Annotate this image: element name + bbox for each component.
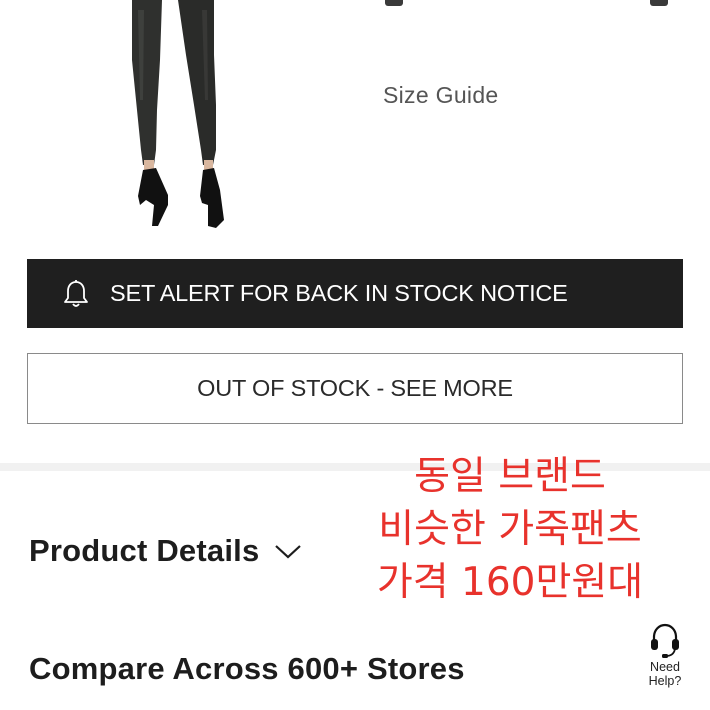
out-of-stock-button[interactable]: OUT OF STOCK - SEE MORE xyxy=(27,353,683,424)
set-alert-label: SET ALERT FOR BACK IN STOCK NOTICE xyxy=(110,280,568,306)
bell-icon xyxy=(62,279,90,309)
size-guide-link[interactable]: Size Guide xyxy=(383,82,499,109)
compare-stores-title: Compare Across 600+ Stores xyxy=(29,651,465,686)
headset-icon xyxy=(651,623,679,658)
overlay-note-line: 가격 160만원대 xyxy=(376,560,644,605)
chevron-down-icon xyxy=(273,540,303,562)
need-help-button[interactable]: Need Help? xyxy=(640,622,690,688)
overlay-note-line: 비슷한 가죽팬츠 xyxy=(378,507,642,552)
top-cropped-element xyxy=(385,0,403,6)
top-cropped-element xyxy=(650,0,668,6)
overlay-note: 동일 브랜드 비슷한 가죽팬츠 가격 160만원대 xyxy=(345,450,675,609)
product-details-toggle[interactable]: Product Details xyxy=(29,533,303,569)
product-image[interactable] xyxy=(110,0,260,235)
set-alert-button[interactable]: SET ALERT FOR BACK IN STOCK NOTICE xyxy=(27,259,683,328)
need-help-label: Help? xyxy=(648,674,682,688)
overlay-note-line: 동일 브랜드 xyxy=(414,454,606,499)
product-details-title: Product Details xyxy=(29,533,260,568)
need-help-label: Need xyxy=(650,660,680,674)
